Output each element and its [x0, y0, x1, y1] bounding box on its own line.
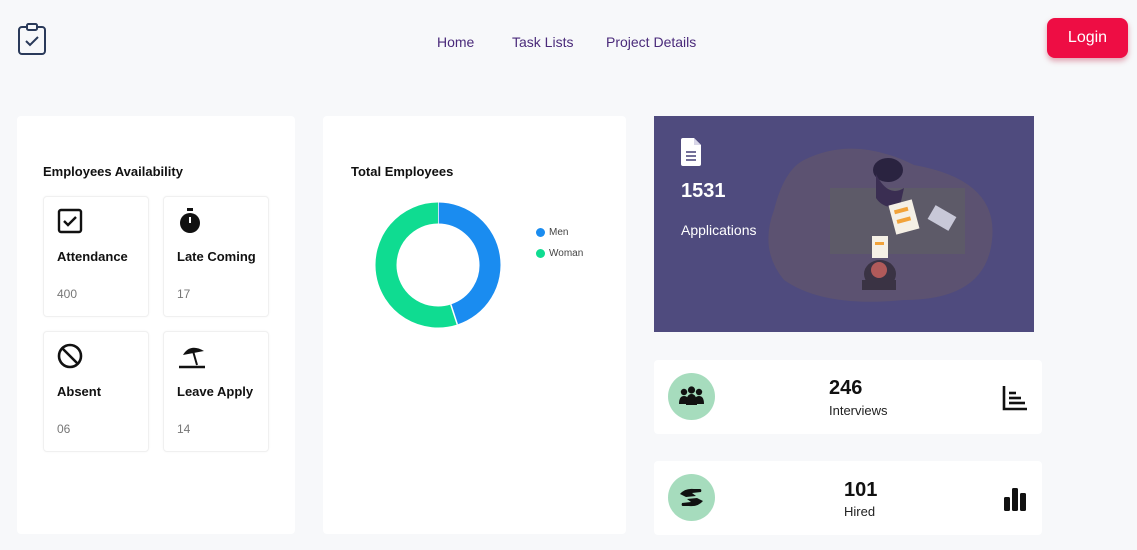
donut-slice-men[interactable] [437, 202, 501, 325]
legend-item-woman[interactable]: Woman [536, 243, 583, 264]
chart-legend: Men Woman [536, 222, 583, 264]
interviews-count: 246 [829, 377, 863, 399]
applications-count: 1531 [681, 180, 726, 202]
top-navbar: Home Task Lists Project Details Login [0, 0, 1137, 80]
absent-tile[interactable]: Absent 06 [43, 331, 149, 452]
ban-icon [57, 343, 83, 369]
login-button[interactable]: Login [1047, 18, 1128, 58]
attendance-tile[interactable]: Attendance 400 [43, 196, 149, 317]
nav-task-lists-link[interactable]: Task Lists [512, 34, 573, 50]
tile-value: 17 [177, 287, 191, 301]
hand-holding-icon [680, 488, 703, 507]
users-badge [668, 373, 715, 420]
employees-availability-card: Employees Availability Attendance 400 La… [17, 116, 295, 534]
tile-label: Attendance [57, 249, 128, 264]
meeting-illustration [768, 148, 993, 302]
users-group-icon [679, 386, 704, 405]
applications-card: 1531 Applications [654, 116, 1034, 332]
checkbox-icon [57, 208, 83, 234]
nav-project-details-link[interactable]: Project Details [606, 34, 696, 50]
card-title: Total Employees [351, 164, 454, 179]
legend-dot [536, 228, 545, 237]
card-title: Employees Availability [43, 164, 183, 179]
interviews-card: 246 Interviews [654, 360, 1042, 434]
tile-label: Late Coming [177, 249, 256, 264]
legend-dot [536, 249, 545, 258]
handshake-badge [668, 474, 715, 521]
chart-bar-icon[interactable] [1001, 384, 1029, 412]
clipboard-check-icon[interactable] [17, 22, 47, 56]
tile-label: Absent [57, 384, 102, 399]
tile-label: Leave Apply [177, 384, 254, 399]
leave-apply-tile[interactable]: Leave Apply 14 [163, 331, 269, 452]
nav-home-link[interactable]: Home [437, 34, 474, 50]
hired-label: Hired [844, 504, 876, 519]
stopwatch-icon [180, 208, 200, 233]
bar-chart-icon[interactable] [1001, 485, 1029, 513]
beach-umbrella-icon [179, 347, 205, 369]
late-coming-tile[interactable]: Late Coming 17 [163, 196, 269, 317]
applications-label: Applications [681, 222, 757, 238]
interviews-label: Interviews [829, 403, 888, 418]
legend-item-men[interactable]: Men [536, 222, 583, 243]
donut-chart [375, 202, 501, 328]
legend-label: Woman [549, 248, 584, 259]
legend-label: Men [549, 227, 569, 238]
document-icon [681, 138, 701, 166]
tile-value: 400 [57, 287, 78, 301]
donut-slice-woman[interactable] [375, 202, 458, 328]
total-employees-card: Total Employees Men Woman [323, 116, 626, 534]
tile-value: 14 [177, 422, 191, 436]
tile-value: 06 [57, 422, 71, 436]
hired-count: 101 [844, 479, 878, 501]
hired-card: 101 Hired [654, 461, 1042, 535]
